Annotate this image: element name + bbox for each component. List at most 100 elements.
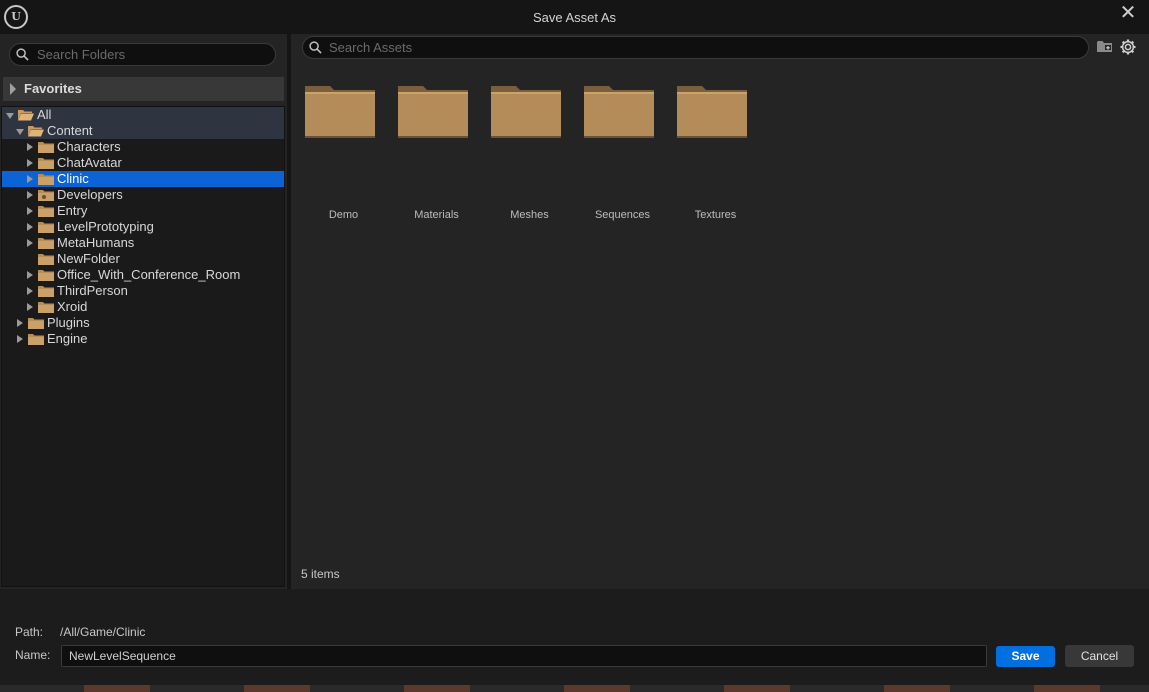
close-icon[interactable]: ✕ — [1119, 3, 1137, 23]
folder-icon — [38, 206, 54, 217]
favorites-header[interactable]: Favorites — [3, 77, 284, 101]
tree-item-label: LevelPrototyping — [57, 219, 154, 234]
tree-item-label: Entry — [57, 203, 88, 218]
asset-folder-label: Meshes — [510, 209, 549, 221]
folder-open-icon — [28, 126, 44, 137]
folder-icon — [38, 286, 54, 297]
expand-arrow-icon[interactable] — [27, 207, 33, 215]
expand-arrow-icon[interactable] — [27, 191, 33, 199]
expand-arrow-icon[interactable] — [27, 287, 33, 295]
folder-icon — [38, 302, 54, 313]
tree-item-xroid[interactable]: Xroid — [2, 299, 284, 315]
name-input[interactable] — [61, 645, 987, 667]
folder-icon — [38, 222, 54, 233]
search-icon — [309, 41, 322, 54]
developer-folder-icon — [38, 190, 54, 201]
search-assets-box[interactable] — [302, 36, 1089, 59]
asset-folder-label: Textures — [694, 209, 737, 221]
folder-icon — [38, 174, 54, 185]
collapse-arrow-icon[interactable] — [6, 113, 14, 119]
tree-item-plugins[interactable]: Plugins — [2, 315, 284, 331]
folder-icon — [28, 318, 44, 329]
folder-tree: All Content Characters ChatAvatar Clinic Deve… — [1, 106, 285, 587]
tree-item-label: Developers — [57, 187, 123, 202]
expand-arrow-icon — [10, 83, 16, 95]
expand-arrow-icon[interactable] — [27, 175, 33, 183]
save-footer: Path: /All/Game/Clinic Name: Save Cancel — [0, 589, 1149, 685]
search-folders-box[interactable] — [9, 43, 276, 66]
tree-item-label: Xroid — [57, 299, 88, 314]
tree-item-label: MetaHumans — [57, 235, 135, 250]
folder-icon — [28, 334, 44, 345]
window-title: Save Asset As — [532, 10, 617, 25]
asset-folder-label: Demo — [328, 209, 359, 221]
asset-panel: Demo Materials Meshes Sequences Textures 5 i… — [291, 34, 1149, 589]
folder-icon — [305, 86, 375, 138]
expand-arrow-icon[interactable] — [27, 223, 33, 231]
folder-icon — [38, 254, 54, 265]
folder-icon — [38, 238, 54, 249]
search-folders-input[interactable] — [37, 46, 269, 63]
item-count: 5 items — [301, 567, 340, 581]
asset-folder-label: Sequences — [594, 209, 651, 221]
folder-icon — [38, 270, 54, 281]
tree-item-developers[interactable]: Developers — [2, 187, 284, 203]
tree-item-label: NewFolder — [57, 251, 120, 266]
tree-item-label: All — [37, 107, 52, 122]
asset-folder-materials[interactable]: Materials — [394, 82, 479, 221]
tree-item-label: Plugins — [47, 315, 90, 330]
tree-item-content[interactable]: Content — [2, 123, 284, 139]
background-strip — [0, 685, 1149, 692]
tree-item-engine[interactable]: Engine — [2, 331, 284, 347]
tree-item-label: Engine — [47, 331, 88, 346]
expand-arrow-icon[interactable] — [17, 319, 23, 327]
tree-item-thirdperson[interactable]: ThirdPerson — [2, 283, 284, 299]
folder-icon — [398, 86, 468, 138]
asset-folder-label: Materials — [414, 209, 459, 221]
tree-item-label: ThirdPerson — [57, 283, 128, 298]
path-value: /All/Game/Clinic — [60, 625, 146, 639]
tree-item-chatavatar[interactable]: ChatAvatar — [2, 155, 284, 171]
tree-item-label: Office_With_Conference_Room — [57, 267, 241, 282]
expand-arrow-icon[interactable] — [27, 239, 33, 247]
tree-item-entry[interactable]: Entry — [2, 203, 284, 219]
tree-item-newfolder[interactable]: NewFolder — [2, 251, 284, 267]
search-icon — [16, 48, 29, 61]
tree-item-label: Characters — [57, 139, 121, 154]
asset-folder-meshes[interactable]: Meshes — [487, 82, 572, 221]
title-bar: U Save Asset As ✕ — [0, 0, 1149, 34]
tree-item-label: Content — [47, 123, 93, 138]
tree-item-metahumans[interactable]: MetaHumans — [2, 235, 284, 251]
asset-folder-textures[interactable]: Textures — [673, 82, 758, 221]
folder-open-icon — [18, 110, 34, 121]
tree-item-all[interactable]: All — [2, 107, 284, 123]
tree-item-label: Clinic — [57, 171, 89, 186]
folder-panel: Favorites AllContentCharactersChatAvatar… — [0, 34, 287, 589]
favorites-label: Favorites — [24, 81, 82, 96]
tree-item-office-with-conference-room[interactable]: Office_With_Conference_Room — [2, 267, 284, 283]
cancel-button[interactable]: Cancel — [1065, 645, 1134, 667]
collapse-arrow-icon[interactable] — [16, 129, 24, 135]
folder-icon — [677, 86, 747, 138]
folder-icon — [38, 158, 54, 169]
tree-item-clinic[interactable]: Clinic — [2, 171, 284, 187]
path-label: Path: — [15, 625, 44, 639]
tree-item-characters[interactable]: Characters — [2, 139, 284, 155]
expand-arrow-icon[interactable] — [27, 303, 33, 311]
asset-folder-sequences[interactable]: Sequences — [580, 82, 665, 221]
asset-folder-demo[interactable]: Demo — [301, 82, 386, 221]
folder-icon — [491, 86, 561, 138]
folder-icon — [38, 142, 54, 153]
expand-arrow-icon[interactable] — [27, 271, 33, 279]
save-button[interactable]: Save — [996, 646, 1055, 667]
new-folder-icon[interactable] — [1097, 40, 1113, 53]
expand-arrow-icon[interactable] — [27, 143, 33, 151]
settings-gear-icon[interactable] — [1120, 39, 1136, 55]
name-label: Name: — [15, 648, 51, 662]
expand-arrow-icon[interactable] — [27, 159, 33, 167]
tree-item-label: ChatAvatar — [57, 155, 122, 170]
expand-arrow-icon[interactable] — [17, 335, 23, 343]
tree-item-levelprototyping[interactable]: LevelPrototyping — [2, 219, 284, 235]
folder-icon — [584, 86, 654, 138]
search-assets-input[interactable] — [329, 39, 1079, 56]
